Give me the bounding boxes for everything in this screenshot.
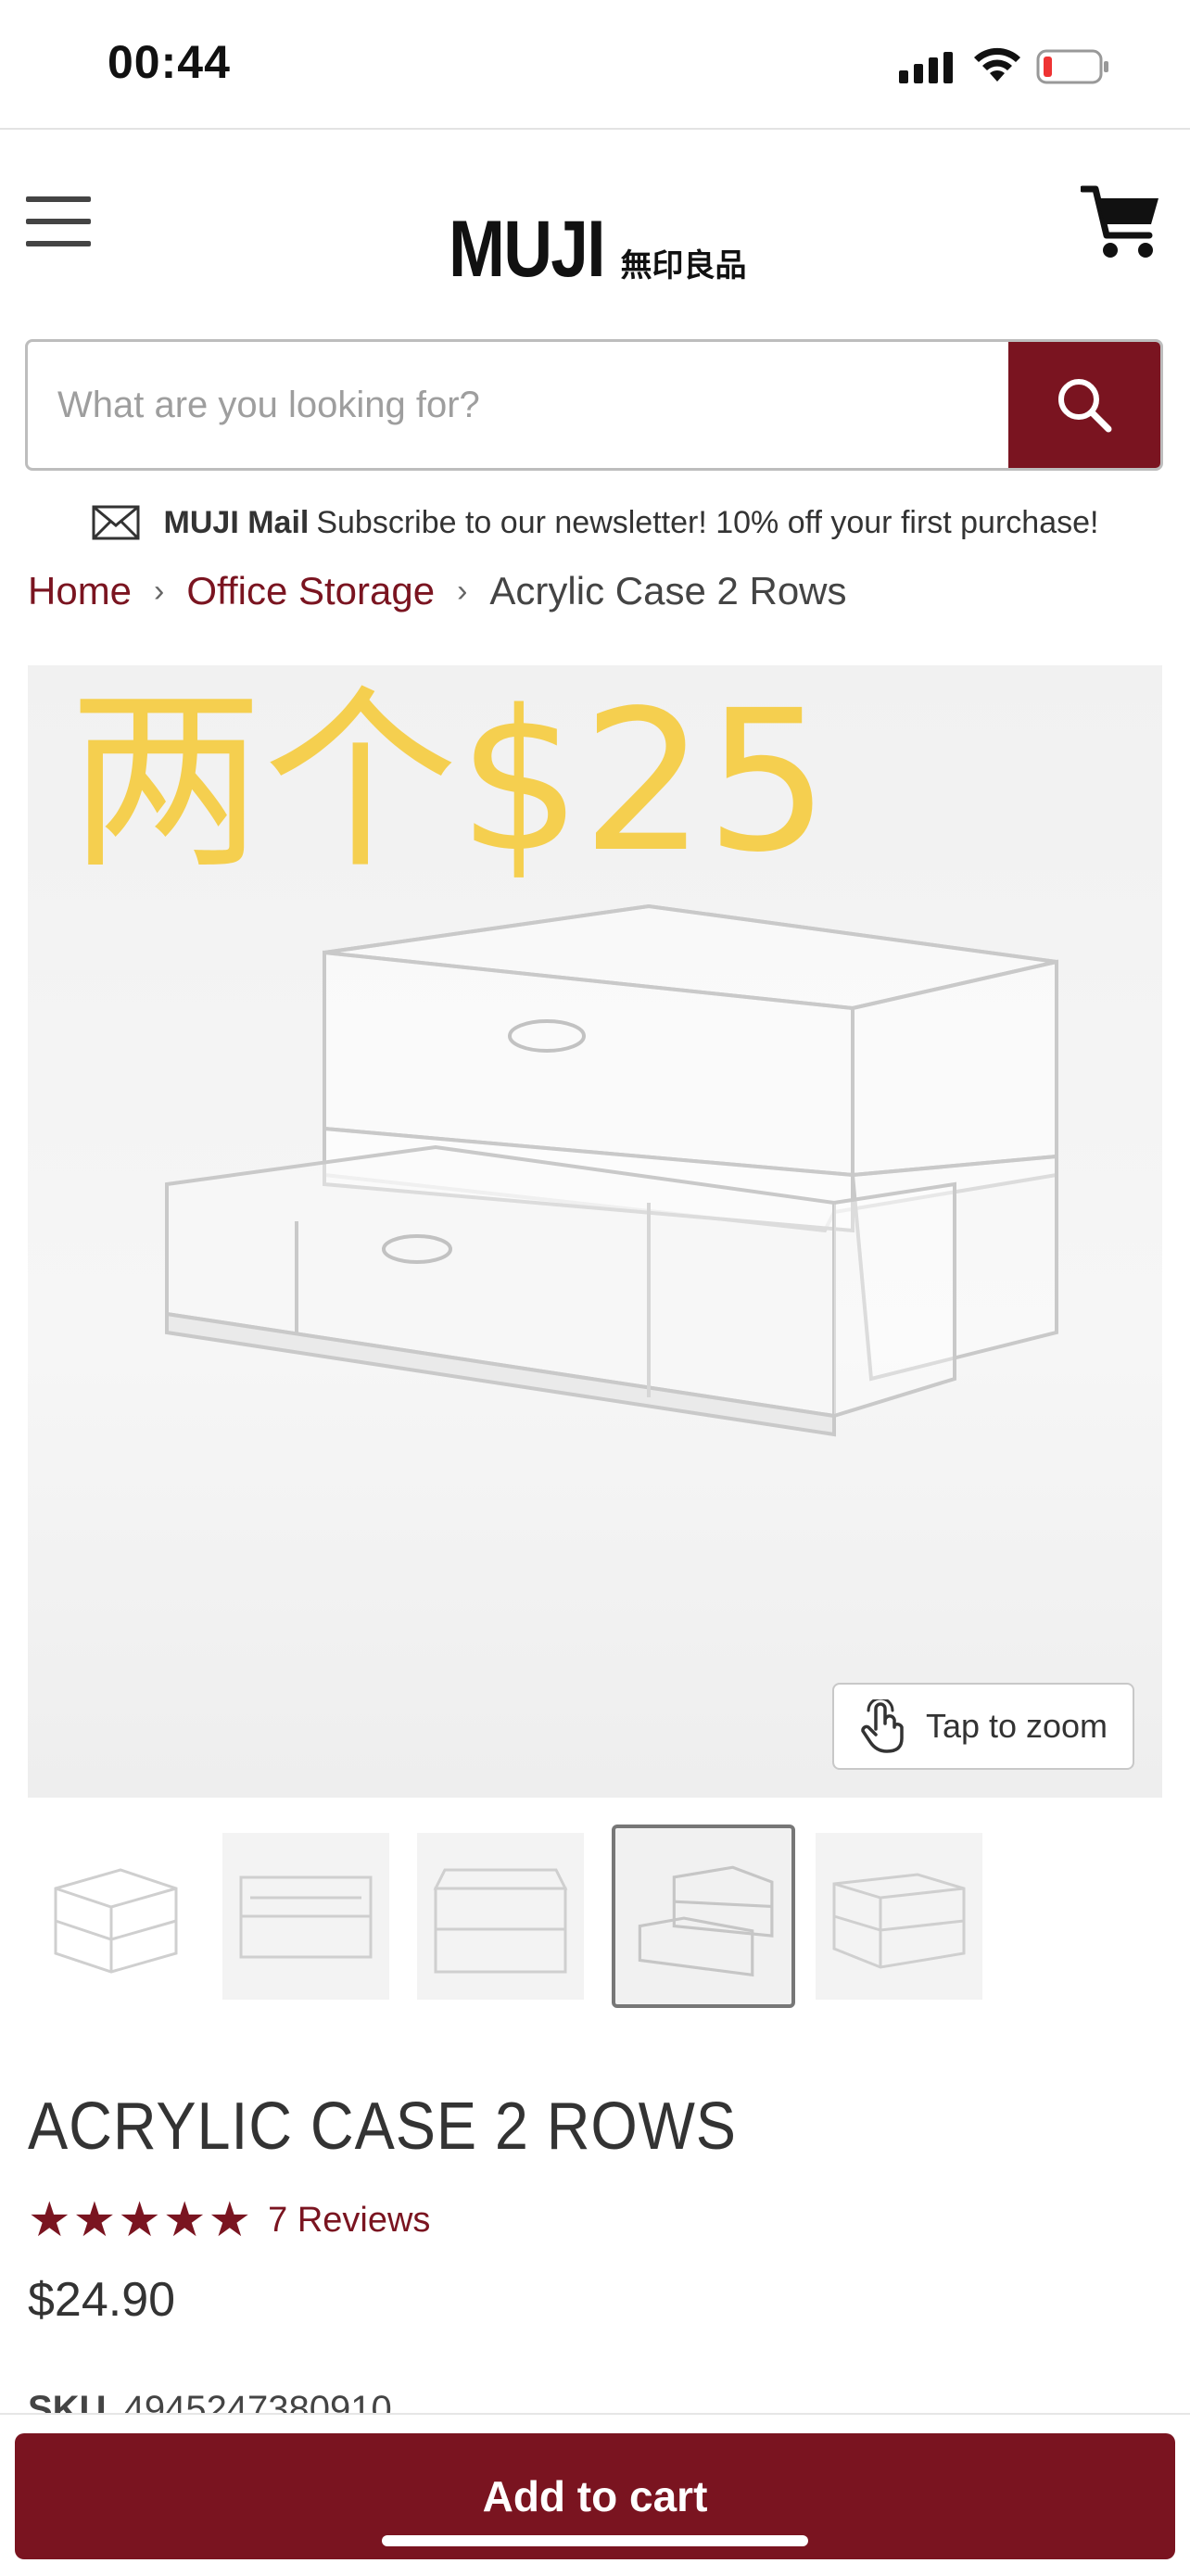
status-bar: 00:44 <box>0 0 1190 130</box>
breadcrumb-home[interactable]: Home <box>28 569 132 613</box>
search-bar <box>25 339 1163 471</box>
tap-to-zoom-label: Tap to zoom <box>925 1707 1108 1745</box>
thumbnail-1[interactable] <box>28 1833 195 2000</box>
chevron-right-icon: › <box>457 573 468 609</box>
search-button[interactable] <box>1008 342 1160 468</box>
star-icon: ★ <box>162 2193 209 2247</box>
star-icon: ★ <box>118 2193 163 2247</box>
signal-icon <box>899 52 953 83</box>
star-icon: ★ <box>72 2193 119 2247</box>
tap-icon <box>861 1699 904 1753</box>
logo-kanji: 無印良品 <box>620 247 747 284</box>
product-rating: ★ ★ ★ ★ ★ 7 Reviews <box>28 2192 430 2248</box>
menu-icon[interactable] <box>26 196 91 246</box>
cart-icon[interactable] <box>1081 183 1162 261</box>
thumbnail-4[interactable] <box>612 1825 795 2008</box>
newsletter-promo[interactable]: MUJI Mail Subscribe to our newsletter! 1… <box>0 495 1190 550</box>
reviews-link[interactable]: 7 Reviews <box>268 2201 430 2241</box>
tap-to-zoom-button[interactable]: Tap to zoom <box>832 1683 1134 1770</box>
bottom-action-bar: Add to cart <box>0 2413 1190 2576</box>
price-overlay-text: 两个$25 <box>69 668 829 895</box>
star-icon: ★ <box>208 2193 254 2247</box>
breadcrumb-category[interactable]: Office Storage <box>186 569 435 613</box>
wifi-icon <box>974 47 1020 82</box>
header: MUJI 無印良品 <box>0 130 1190 334</box>
thumbnail-strip <box>28 1824 1162 2013</box>
mail-icon <box>92 505 140 540</box>
product-image[interactable]: 两个$25 Tap to zoom <box>28 665 1162 1798</box>
chevron-right-icon: › <box>154 573 165 609</box>
home-indicator <box>382 2535 808 2546</box>
logo[interactable]: MUJI 無印良品 <box>449 204 746 296</box>
promo-text: Subscribe to our newsletter! 10% off you… <box>316 504 1099 540</box>
product-title: ACRYLIC CASE 2 ROWS <box>28 2090 737 2164</box>
thumbnail-3[interactable] <box>417 1833 584 2000</box>
thumbnail-5[interactable] <box>816 1833 982 2000</box>
status-time: 00:44 <box>108 36 231 88</box>
product-price: $24.90 <box>28 2273 176 2327</box>
promo-brand: MUJI Mail <box>163 504 310 540</box>
rating-stars: ★ ★ ★ ★ ★ <box>28 2192 253 2248</box>
search-input[interactable] <box>28 342 1014 468</box>
logo-text: MUJI <box>449 205 606 294</box>
breadcrumb-current: Acrylic Case 2 Rows <box>489 569 847 612</box>
battery-icon <box>1036 49 1108 84</box>
breadcrumb: Home › Office Storage › Acrylic Case 2 R… <box>28 569 847 613</box>
thumbnail-2[interactable] <box>222 1833 389 2000</box>
star-icon: ★ <box>28 2193 73 2247</box>
search-icon <box>1058 379 1112 433</box>
acrylic-case-illustration <box>165 903 1058 1437</box>
